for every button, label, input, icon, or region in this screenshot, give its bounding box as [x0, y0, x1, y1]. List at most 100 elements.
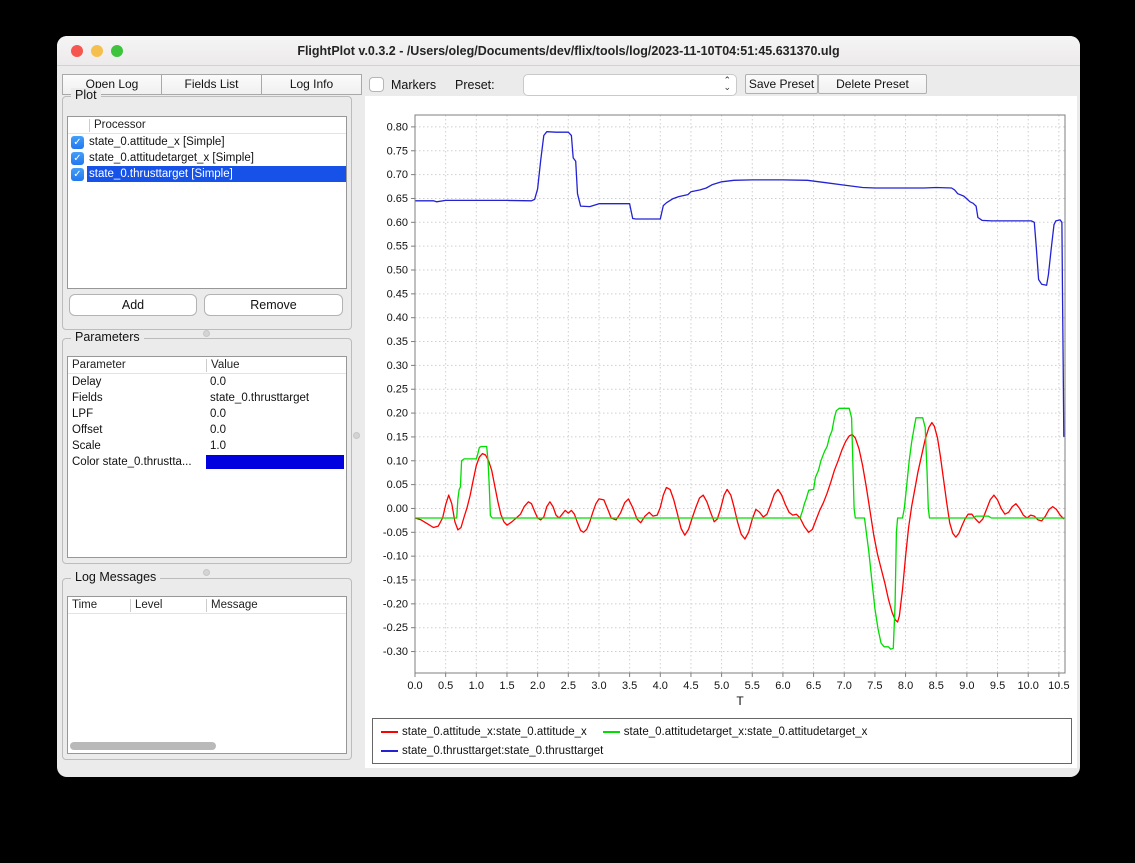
- x-tick-label: 4.0: [653, 680, 668, 692]
- y-tick-label: 0.75: [387, 145, 408, 157]
- markers-checkbox[interactable]: [369, 77, 384, 92]
- legend-label: state_0.attitude_x:state_0.attitude_x: [402, 726, 587, 738]
- y-tick-label: 0.35: [387, 336, 408, 348]
- param-name: Scale: [68, 438, 206, 454]
- chart-legend: state_0.attitude_x:state_0.attitude_xsta…: [372, 718, 1072, 764]
- parameter-column-header: Parameter: [68, 359, 206, 372]
- preset-combobox[interactable]: ⌃⌄: [523, 74, 737, 96]
- legend-label: state_0.thrusttarget:state_0.thrusttarge…: [402, 745, 603, 757]
- series-label: state_0.attitude_x [Simple]: [87, 134, 346, 150]
- y-tick-label: 0.25: [387, 384, 408, 396]
- legend-item: state_0.attitudetarget_x:state_0.attitud…: [603, 726, 868, 738]
- series-label: state_0.attitudetarget_x [Simple]: [87, 150, 346, 166]
- y-tick-label: -0.05: [383, 527, 408, 539]
- x-tick-label: 5.0: [714, 680, 729, 692]
- table-row[interactable]: ✓ state_0.attitudetarget_x [Simple]: [68, 150, 346, 166]
- legend-row: state_0.thrusttarget:state_0.thrusttarge…: [381, 741, 1063, 760]
- legend-label: state_0.attitudetarget_x:state_0.attitud…: [624, 726, 868, 738]
- x-tick-label: 3.0: [591, 680, 606, 692]
- time-column-header: Time: [68, 599, 130, 612]
- table-row[interactable]: ✓ state_0.attitude_x [Simple]: [68, 134, 346, 150]
- table-row[interactable]: Color state_0.thrustta...: [68, 454, 346, 470]
- legend-row: state_0.attitude_x:state_0.attitude_x sta…: [381, 722, 1063, 741]
- chart-canvas[interactable]: 0.800.750.700.650.600.550.500.450.400.35…: [365, 96, 1077, 714]
- y-tick-label: 0.15: [387, 431, 408, 443]
- y-tick-label: 0.55: [387, 241, 408, 253]
- param-name: Offset: [68, 422, 206, 438]
- param-value[interactable]: 1.0: [206, 438, 346, 454]
- x-axis-label: T: [736, 694, 744, 708]
- horizontal-splitter-handle[interactable]: [203, 569, 210, 576]
- param-value[interactable]: 0.0: [206, 374, 346, 390]
- x-tick-label: 10.5: [1048, 680, 1069, 692]
- chevron-up-down-icon: ⌃⌄: [723, 76, 731, 92]
- x-tick-label: 7.0: [837, 680, 852, 692]
- table-row[interactable]: LPF 0.0: [68, 406, 346, 422]
- y-tick-label: 0.10: [387, 455, 408, 467]
- close-button[interactable]: [71, 45, 83, 57]
- x-tick-label: 9.0: [959, 680, 974, 692]
- y-tick-label: -0.15: [383, 575, 408, 587]
- y-tick-label: 0.70: [387, 169, 408, 181]
- x-tick-label: 7.5: [867, 680, 882, 692]
- vertical-splitter-handle[interactable]: [353, 432, 360, 439]
- x-tick-label: 5.5: [745, 680, 760, 692]
- x-tick-label: 4.5: [683, 680, 698, 692]
- preset-label: Preset:: [455, 78, 495, 92]
- remove-button[interactable]: Remove: [204, 294, 343, 316]
- y-tick-label: 0.00: [387, 503, 408, 515]
- table-row[interactable]: Fields state_0.thrusttarget: [68, 390, 346, 406]
- traffic-lights: [71, 45, 123, 57]
- minimize-button[interactable]: [91, 45, 103, 57]
- y-tick-label: 0.60: [387, 217, 408, 229]
- delete-preset-button[interactable]: Delete Preset: [818, 74, 927, 94]
- horizontal-splitter-handle[interactable]: [203, 330, 210, 337]
- legend-line-icon: [381, 750, 398, 752]
- y-tick-label: -0.10: [383, 551, 408, 563]
- plot-table-header: Processor: [68, 117, 346, 134]
- y-tick-label: -0.25: [383, 622, 408, 634]
- x-tick-label: 6.5: [806, 680, 821, 692]
- param-value[interactable]: 0.0: [206, 406, 346, 422]
- y-tick-label: 0.65: [387, 193, 408, 205]
- x-tick-label: 9.5: [990, 680, 1005, 692]
- series-color-swatch[interactable]: [206, 455, 344, 469]
- add-button[interactable]: Add: [69, 294, 197, 316]
- row-checkbox[interactable]: ✓: [71, 152, 84, 165]
- log-info-button[interactable]: Log Info: [261, 74, 362, 95]
- titlebar[interactable]: FlightPlot v.0.3.2 - /Users/oleg/Documen…: [57, 36, 1080, 66]
- y-tick-label: 0.40: [387, 312, 408, 324]
- x-tick-label: 2.0: [530, 680, 545, 692]
- param-name: LPF: [68, 406, 206, 422]
- horizontal-scrollbar-thumb[interactable]: [70, 742, 216, 750]
- row-checkbox[interactable]: ✓: [71, 168, 84, 181]
- toolbar: Open Log Fields List Log Info Markers Pr…: [57, 66, 1080, 98]
- app-window: FlightPlot v.0.3.2 - /Users/oleg/Documen…: [57, 36, 1080, 777]
- x-tick-label: 2.5: [561, 680, 576, 692]
- fields-list-button[interactable]: Fields List: [161, 74, 262, 95]
- markers-label: Markers: [391, 78, 436, 92]
- table-row[interactable]: Scale 1.0: [68, 438, 346, 454]
- message-column-header: Message: [206, 599, 346, 612]
- table-row[interactable]: ✓ state_0.thrusttarget [Simple]: [68, 166, 346, 182]
- y-tick-label: 0.30: [387, 360, 408, 372]
- legend-line-icon: [381, 731, 398, 733]
- y-tick-label: -0.30: [383, 646, 408, 658]
- x-tick-label: 3.5: [622, 680, 637, 692]
- row-checkbox[interactable]: ✓: [71, 136, 84, 149]
- param-name: Color state_0.thrustta...: [68, 454, 206, 470]
- x-tick-label: 1.5: [499, 680, 514, 692]
- legend-line-icon: [603, 731, 620, 733]
- param-name: Delay: [68, 374, 206, 390]
- value-column-header: Value: [206, 359, 346, 372]
- table-row[interactable]: Offset 0.0: [68, 422, 346, 438]
- y-tick-label: 0.05: [387, 479, 408, 491]
- x-tick-label: 0.0: [407, 680, 422, 692]
- y-tick-label: 0.20: [387, 408, 408, 420]
- table-row[interactable]: Delay 0.0: [68, 374, 346, 390]
- param-value[interactable]: 0.0: [206, 422, 346, 438]
- y-tick-label: 0.50: [387, 265, 408, 277]
- zoom-button[interactable]: [111, 45, 123, 57]
- save-preset-button[interactable]: Save Preset: [745, 74, 818, 94]
- param-value[interactable]: state_0.thrusttarget: [206, 390, 346, 406]
